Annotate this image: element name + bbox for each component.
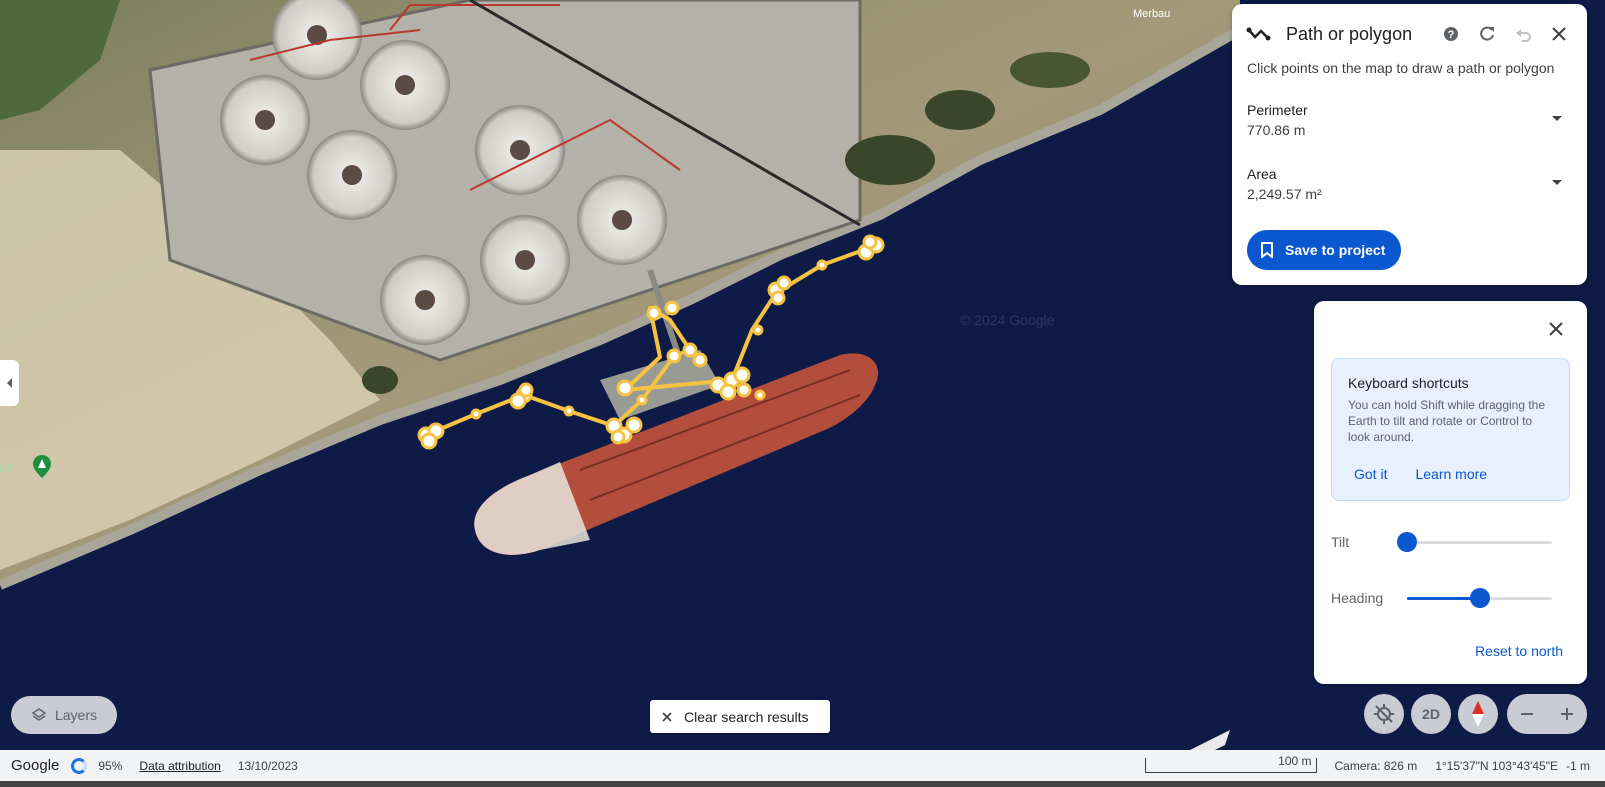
help-icon[interactable]: ?: [1437, 20, 1465, 48]
undo-icon[interactable]: [1509, 20, 1537, 48]
caret-down-icon[interactable]: [1552, 116, 1562, 121]
save-label: Save to project: [1285, 242, 1386, 258]
measure-panel: Path or polygon ? Click points on the ma…: [1232, 4, 1587, 285]
close-icon[interactable]: [1545, 20, 1573, 48]
taskbar-strip: [0, 781, 1605, 787]
scale-bar: 100 m: [1144, 754, 1317, 773]
caret-down-icon[interactable]: [1552, 180, 1562, 185]
compass-icon: [1471, 700, 1485, 728]
zoom-out-icon[interactable]: [1507, 706, 1547, 722]
zoom-controls: [1507, 694, 1587, 734]
save-to-project-button[interactable]: Save to project: [1247, 230, 1402, 270]
compass-button[interactable]: [1458, 694, 1498, 734]
perimeter-row[interactable]: Perimeter 770.86 m: [1247, 102, 1562, 138]
zoom-in-icon[interactable]: [1547, 706, 1587, 722]
close-icon[interactable]: [1549, 322, 1563, 336]
perimeter-label: Perimeter: [1247, 102, 1308, 118]
tilt-slider[interactable]: [1397, 532, 1552, 552]
loading-ring-icon: [71, 757, 88, 774]
pin-label: ok: [0, 461, 14, 475]
navigation-panel: Keyboard shortcuts You can hold Shift wh…: [1314, 301, 1587, 684]
measure-hint: Click points on the map to draw a path o…: [1247, 60, 1555, 76]
elevation: -1 m: [1566, 758, 1590, 773]
heading-slider[interactable]: [1407, 588, 1552, 608]
layers-icon: [31, 707, 47, 723]
heading-label: Heading: [1331, 590, 1384, 606]
coordinates: 1°15'37"N 103°43'45"E: [1435, 758, 1558, 773]
area-value: 2,249.57 m²: [1247, 186, 1322, 202]
shortcuts-title: Keyboard shortcuts: [1348, 375, 1469, 391]
learn-more-link[interactable]: Learn more: [1415, 466, 1487, 482]
status-bar: Google 95% Data attribution 13/10/2023 1…: [0, 750, 1605, 781]
place-label: Merbau: [1133, 8, 1170, 20]
heading-knob[interactable]: [1469, 588, 1490, 608]
watermark: © 2024 Google: [960, 312, 1055, 328]
svg-text:?: ?: [1448, 29, 1455, 41]
measure-header: Path or polygon ?: [1246, 19, 1573, 49]
measure-title: Path or polygon: [1286, 23, 1413, 44]
keyboard-shortcuts-card: Keyboard shortcuts You can hold Shift wh…: [1331, 358, 1570, 501]
data-attribution-link[interactable]: Data attribution: [139, 759, 220, 773]
camera-altitude: Camera: 826 m: [1334, 758, 1418, 773]
bookmark-icon: [1261, 242, 1273, 258]
layers-button[interactable]: Layers: [11, 696, 117, 734]
imagery-date: 13/10/2023: [237, 758, 298, 773]
path-icon: [1246, 24, 1272, 44]
heading-fill: [1407, 597, 1480, 600]
toggle-2d-button[interactable]: 2D: [1411, 694, 1451, 734]
area-row[interactable]: Area 2,249.57 m²: [1247, 166, 1562, 202]
area-label: Area: [1247, 166, 1277, 182]
chevron-left-icon: [7, 378, 12, 388]
layers-label: Layers: [54, 707, 98, 723]
clear-label: Clear search results: [684, 708, 809, 725]
perimeter-value: 770.86 m: [1247, 122, 1306, 138]
tilt-label: Tilt: [1331, 534, 1350, 550]
shortcuts-body: You can hold Shift while dragging the Ea…: [1348, 398, 1546, 444]
toggle-2d-label: 2D: [1422, 706, 1440, 722]
location-off-button[interactable]: [1364, 694, 1404, 734]
location-off-icon: [1373, 703, 1395, 725]
refresh-icon[interactable]: [1473, 20, 1501, 48]
load-percent: 95%: [98, 758, 123, 773]
clear-search-results-button[interactable]: Clear search results: [650, 700, 830, 733]
collapse-sidebar-button[interactable]: [0, 360, 19, 406]
close-icon: [662, 711, 672, 722]
got-it-button[interactable]: Got it: [1354, 466, 1387, 482]
tilt-knob[interactable]: [1397, 532, 1417, 552]
scale-label: 100 m: [1278, 754, 1312, 768]
reset-to-north-link[interactable]: Reset to north: [1475, 643, 1563, 659]
google-logo: Google: [11, 757, 60, 774]
